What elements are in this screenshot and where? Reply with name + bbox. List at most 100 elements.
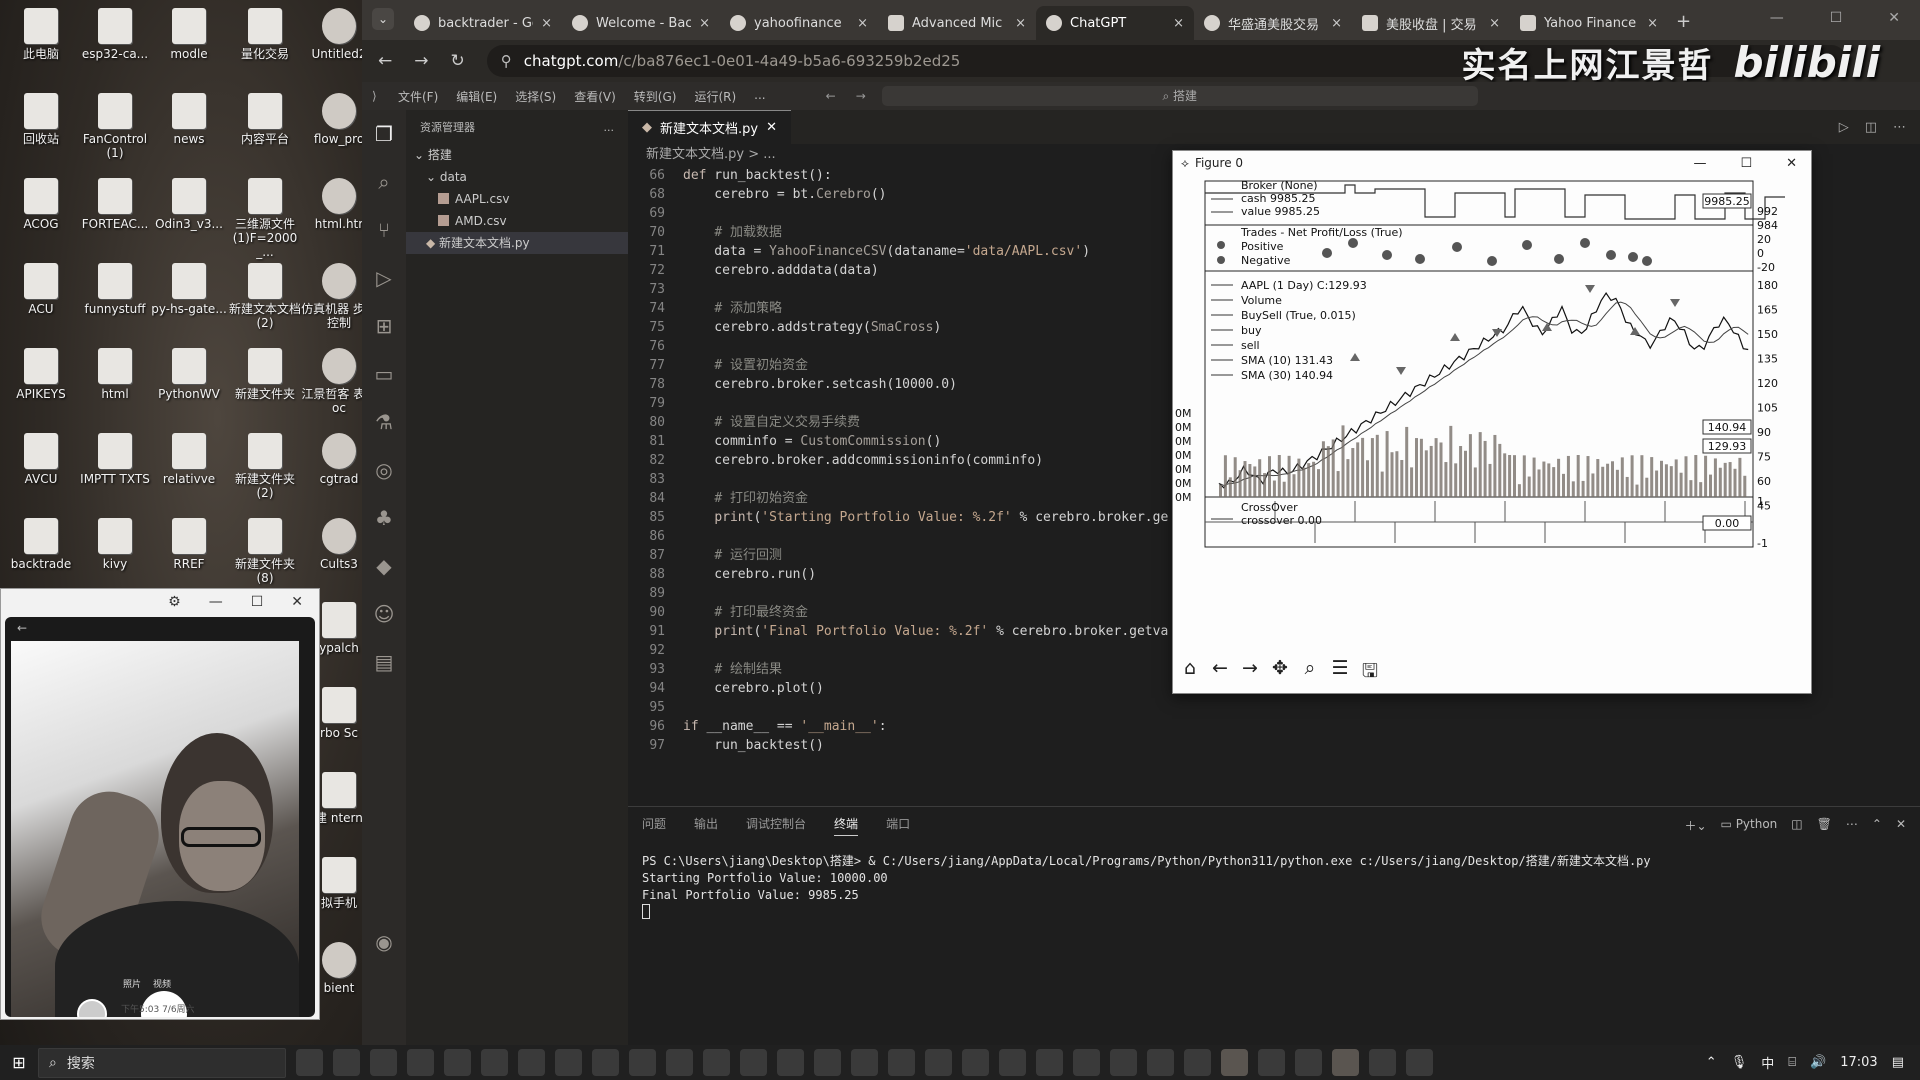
reload-icon[interactable]: ↻ [451, 51, 465, 71]
python-icon[interactable]: ♣ [362, 494, 406, 542]
code-line[interactable]: 70 # 加载数据 [628, 223, 1188, 242]
maximize-icon[interactable]: ☐ [1830, 10, 1843, 26]
close-tab-icon[interactable]: × [857, 16, 868, 31]
testing-icon[interactable]: ⚗ [362, 398, 406, 446]
notification-icon[interactable]: ▤ [1892, 1055, 1904, 1070]
desktop-icon[interactable]: 回收站 [2, 89, 80, 169]
desktop-icon[interactable]: funnystuff [76, 259, 154, 339]
code-line[interactable]: 90 # 打印最终资金 [628, 603, 1188, 622]
home-icon[interactable]: ⌂ [1179, 657, 1201, 689]
docker-icon[interactable]: ◆ [362, 542, 406, 590]
photo-mode-label[interactable]: 照片 [123, 977, 141, 990]
code-line[interactable]: 81 comminfo = CustomCommission() [628, 432, 1188, 451]
app-icon[interactable] [777, 1049, 804, 1076]
desktop-icon[interactable]: IMPTT TXTS [76, 429, 154, 509]
jupyter-icon[interactable]: ◎ [362, 446, 406, 494]
desktop-icon[interactable]: kivy [76, 514, 154, 594]
edge-icon[interactable] [592, 1049, 619, 1076]
tray-overflow-icon[interactable]: ⌃ [1706, 1055, 1717, 1070]
browser-tab[interactable]: Advanced Mic × [878, 6, 1036, 40]
desktop-icon[interactable]: 内容平台 [226, 89, 304, 169]
code-line[interactable]: 88 cerebro.run() [628, 565, 1188, 584]
close-icon[interactable]: ✕ [1888, 10, 1900, 26]
chat-icon[interactable]: ▤ [362, 638, 406, 686]
close-tab-icon[interactable]: ✕ [766, 120, 777, 135]
wechat-icon[interactable] [1036, 1049, 1063, 1076]
close-tab-icon[interactable]: × [1331, 16, 1342, 31]
calculator-icon[interactable] [1110, 1049, 1137, 1076]
split-terminal-icon[interactable]: ◫ [1791, 817, 1802, 834]
run-file-icon[interactable]: ▷ [1839, 120, 1849, 135]
code-line[interactable]: 71 data = YahooFinanceCSV(dataname='data… [628, 242, 1188, 261]
close-panel-icon[interactable]: ✕ [1896, 817, 1906, 834]
copilot-icon[interactable]: ☺ [362, 590, 406, 638]
desktop-icon[interactable]: 此电脑 [2, 4, 80, 84]
browser-tab[interactable]: Yahoo Finance × [1510, 6, 1668, 40]
tree-item[interactable]: AAPL.csv [406, 188, 628, 210]
forward-icon[interactable]: → [1239, 657, 1261, 689]
browser-tab[interactable]: ChatGPT × [1036, 6, 1194, 40]
editor-tab-active[interactable]: ◆ 新建文本文档.py ✕ [628, 110, 791, 144]
desktop-icon[interactable]: RREF [150, 514, 228, 594]
browser-tab[interactable]: 美股收盘 | 交易 × [1352, 6, 1510, 40]
chrome-icon[interactable] [629, 1049, 656, 1076]
tree-item[interactable]: ◆ 新建文本文档.py [406, 232, 628, 254]
network-icon[interactable]: ⌸ [1788, 1055, 1796, 1070]
command-center-search[interactable]: ⌕ 搭建 [881, 86, 1478, 106]
code-line[interactable]: 72 cerebro.adddata(data) [628, 261, 1188, 280]
back-icon[interactable]: ← [1209, 657, 1231, 689]
task-view-icon[interactable] [296, 1049, 323, 1076]
back-icon[interactable]: ← [378, 51, 392, 71]
files-icon[interactable] [407, 1049, 434, 1076]
obs-icon[interactable] [1406, 1049, 1433, 1076]
code-line[interactable]: 69 [628, 204, 1188, 223]
tree-item[interactable]: ⌄ 搭建 [406, 144, 628, 166]
site-info-icon[interactable]: ⚲ [501, 52, 512, 70]
desktop-icon[interactable]: esp32-ca... [76, 4, 154, 84]
desktop-icon[interactable]: FORTEAC... [76, 174, 154, 254]
account-icon[interactable]: ◉ [362, 918, 406, 966]
browser-tab[interactable]: Welcome - Bac × [562, 6, 720, 40]
windows-start-icon[interactable]: ⊞ [0, 1053, 38, 1072]
trash-icon[interactable]: 🗑 [1817, 817, 1832, 834]
desktop-icon[interactable]: Odin3_v3... [150, 174, 228, 254]
panel-tab[interactable]: 端口 [886, 815, 910, 836]
store-icon[interactable] [518, 1049, 545, 1076]
taskbar-search[interactable]: ⌕ 搜索 [38, 1047, 286, 1078]
remote-explorer-icon[interactable]: ▭ [362, 350, 406, 398]
close-tab-icon[interactable]: × [1173, 16, 1184, 31]
code-line[interactable]: 98 [628, 755, 1188, 756]
code-line[interactable]: 87 # 运行回测 [628, 546, 1188, 565]
code-line[interactable]: 80 # 设置自定义交易手续费 [628, 413, 1188, 432]
desktop-icon[interactable]: py-hs-gate... [150, 259, 228, 339]
qq-icon[interactable] [1073, 1049, 1100, 1076]
panel-tab[interactable]: 终端 [834, 815, 859, 836]
maximize-panel-icon[interactable]: ⌃ [1872, 817, 1882, 834]
minimize-icon[interactable]: — [209, 594, 223, 610]
desktop-icon[interactable]: APIKEYS [2, 344, 80, 424]
browser-tab[interactable]: yahoofinance × [720, 6, 878, 40]
nav-back-icon[interactable]: ← [826, 89, 836, 103]
pan-icon[interactable]: ✥ [1269, 657, 1291, 689]
desktop-icon[interactable]: 新建文件夹 (2) [226, 429, 304, 509]
code-line[interactable]: 94 cerebro.plot() [628, 679, 1188, 698]
code-line[interactable]: 95 [628, 698, 1188, 717]
desktop-icon[interactable]: modle [150, 4, 228, 84]
desktop-icon[interactable]: ACOG [2, 174, 80, 254]
menu-item[interactable]: ... [754, 88, 765, 105]
settings-icon[interactable]: ⚙ [168, 594, 181, 610]
vscode-icon[interactable] [1184, 1049, 1211, 1076]
player-icon[interactable] [1295, 1049, 1322, 1076]
code-line[interactable]: 97 run_backtest() [628, 736, 1188, 755]
python-icon[interactable] [1332, 1049, 1359, 1076]
vpn-icon[interactable] [814, 1049, 841, 1076]
more-actions-icon[interactable]: ⋯ [1893, 120, 1906, 135]
volume-icon[interactable]: 🔊 [1810, 1055, 1826, 1070]
desktop-icon[interactable]: ACU [2, 259, 80, 339]
code-line[interactable]: 79 [628, 394, 1188, 413]
menu-item[interactable]: 文件(F) [398, 88, 438, 105]
pin-icon[interactable] [1147, 1049, 1174, 1076]
menu-item[interactable]: 选择(S) [515, 88, 556, 105]
configure-icon[interactable]: ☰ [1329, 657, 1351, 689]
new-tab-icon[interactable]: + [1668, 11, 1691, 40]
